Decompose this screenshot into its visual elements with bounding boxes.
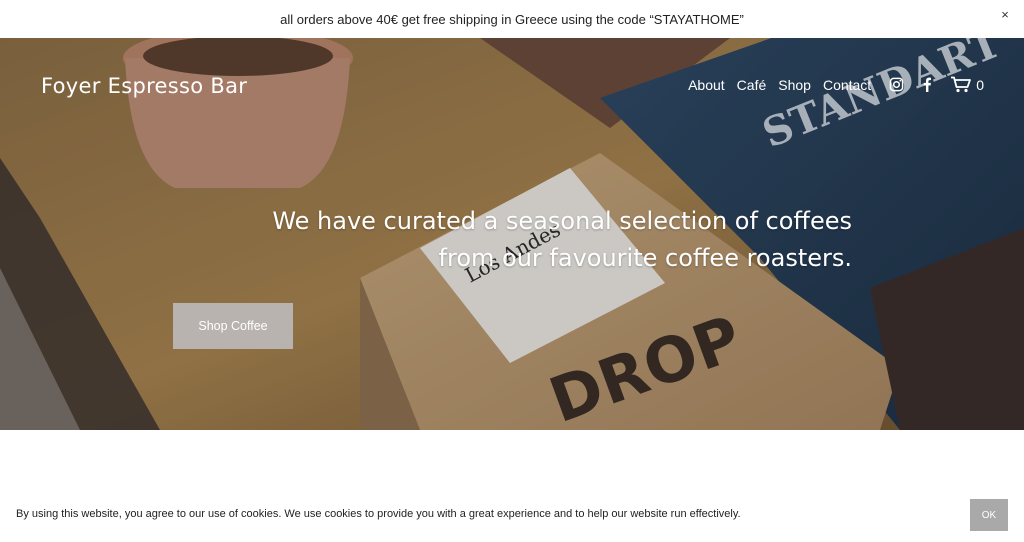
- shop-coffee-button[interactable]: Shop Coffee: [173, 303, 293, 349]
- cart-count: 0: [976, 76, 984, 93]
- cookie-banner: By using this website, you agree to our …: [0, 488, 1024, 542]
- facebook-icon[interactable]: [922, 77, 932, 92]
- cart-icon: [951, 76, 972, 93]
- cookie-ok-button[interactable]: OK: [970, 499, 1008, 531]
- hero-headline: We have curated a seasonal selection of …: [272, 207, 852, 272]
- cart-button[interactable]: 0: [950, 76, 984, 93]
- nav-cafe[interactable]: Café: [737, 77, 767, 93]
- announcement-bar: all orders above 40€ get free shipping i…: [0, 0, 1024, 38]
- nav-about[interactable]: About: [688, 77, 725, 93]
- nav-shop[interactable]: Shop: [778, 77, 811, 93]
- instagram-icon[interactable]: [889, 77, 904, 92]
- nav-contact[interactable]: Contact: [823, 77, 871, 93]
- close-icon[interactable]: ×: [998, 8, 1012, 22]
- main-nav: About Café Shop Contact 0: [688, 76, 984, 93]
- announcement-text: all orders above 40€ get free shipping i…: [280, 11, 744, 27]
- cookie-text: By using this website, you agree to our …: [16, 508, 741, 520]
- hero-section: STANDART Los Andes DROP Foyer Espresso B…: [0, 38, 1024, 430]
- site-brand[interactable]: Foyer Espresso Bar: [41, 74, 247, 98]
